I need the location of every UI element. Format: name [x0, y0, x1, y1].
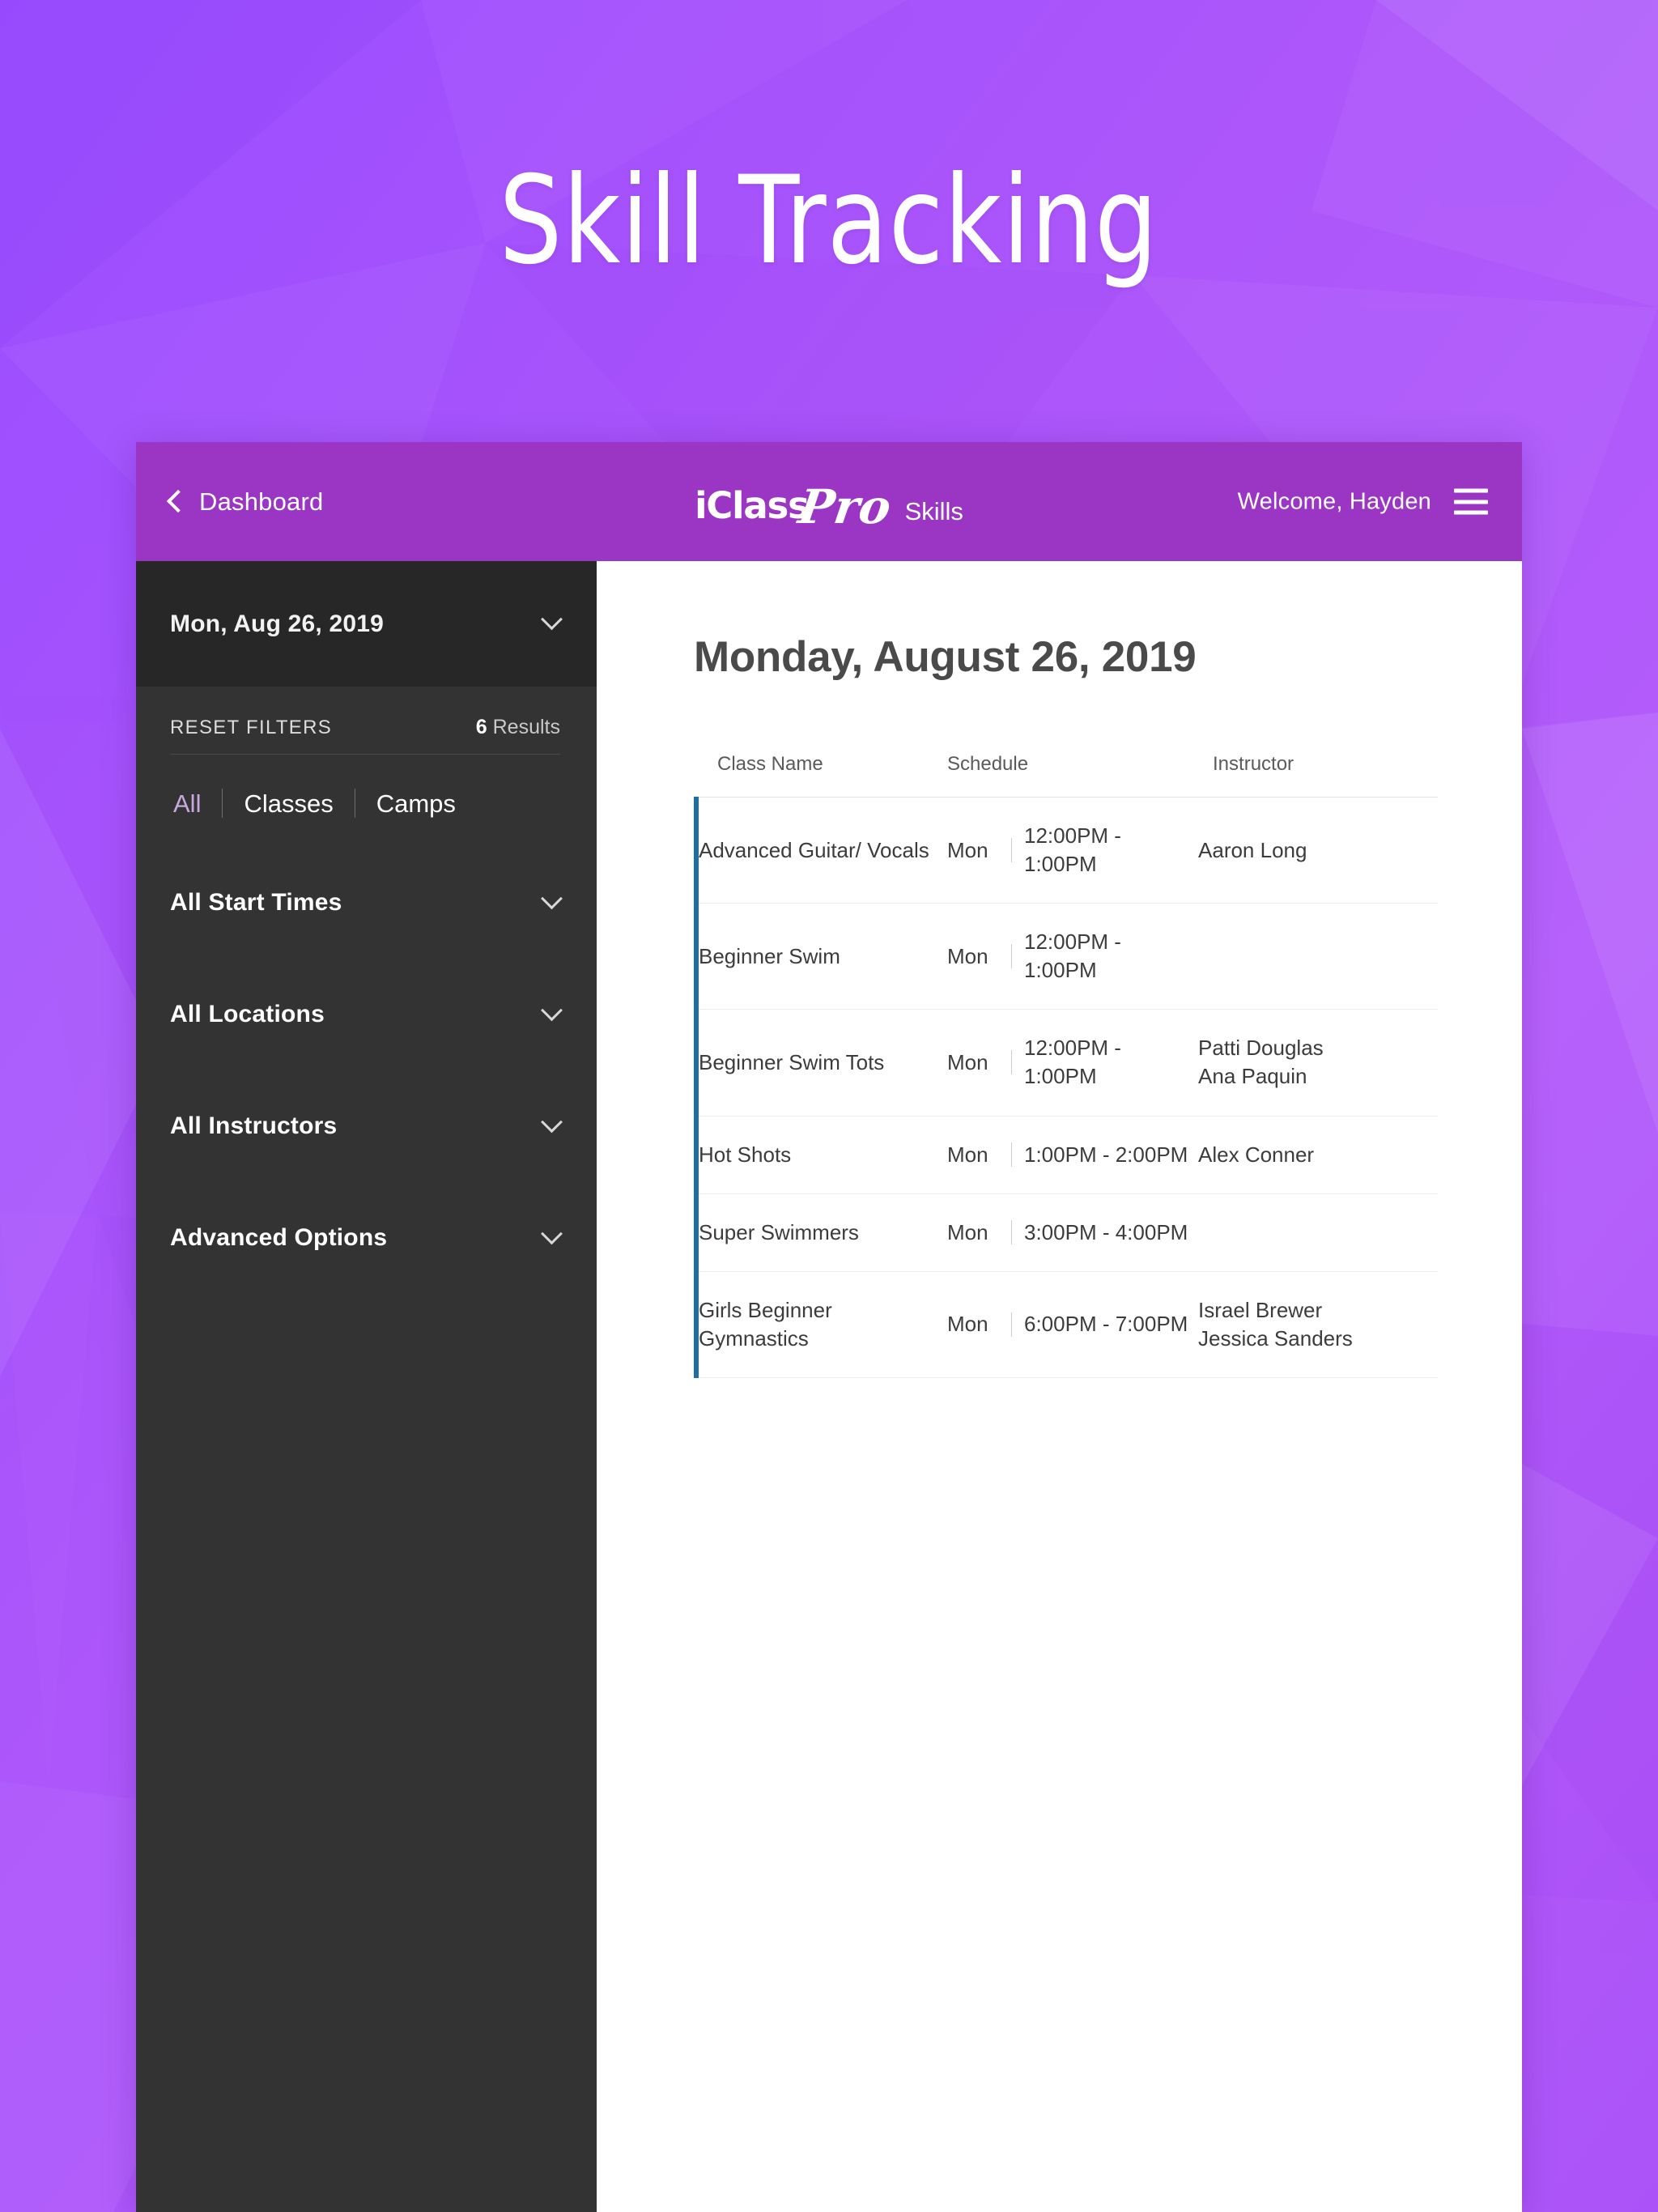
cell-instructor: Patti Douglas Ana Paquin	[1198, 1010, 1438, 1116]
chevron-down-icon	[541, 887, 563, 909]
class-type-tabs: All Classes Camps	[136, 755, 597, 818]
back-button-label: Dashboard	[199, 487, 324, 516]
instructor-name: Jessica Sanders	[1198, 1325, 1353, 1351]
cell-schedule-time: 6:00PM - 7:00PM	[1024, 1271, 1198, 1377]
app-window: Dashboard iClass Pro Skills Welcome, Hay…	[136, 442, 1522, 2212]
column-header-class-name: Class Name	[696, 753, 947, 798]
filter-group-label: Advanced Options	[170, 1224, 388, 1251]
content-date-heading: Monday, August 26, 2019	[694, 633, 1197, 681]
chevron-left-icon	[166, 489, 190, 513]
back-to-dashboard-button[interactable]: Dashboard	[166, 487, 324, 517]
column-header-instructor: Instructor	[1198, 753, 1439, 798]
app-name-label: Skills	[904, 496, 963, 525]
table-header-row: Class Name Schedule Instructor	[696, 753, 1439, 798]
table-row[interactable]: Advanced Guitar/ Vocals Mon 12:00PM - 1:00…	[694, 797, 1439, 904]
table-row[interactable]: Super Swimmers Mon 3:00PM - 4:00PM	[694, 1193, 1439, 1272]
cell-schedule-day: Mon	[947, 837, 988, 862]
cell-schedule-day: Mon	[947, 1142, 988, 1167]
filter-group-start-times[interactable]: All Start Times	[136, 847, 597, 959]
main-content: Monday, August 26, 2019 Class Name Sched…	[597, 561, 1522, 2212]
brand-logo: iClass Pro Skills	[695, 474, 963, 534]
results-count: 6 Results	[476, 716, 560, 739]
chevron-down-icon	[541, 1222, 563, 1244]
cell-schedule-day: Mon	[947, 1312, 988, 1337]
table-body: Advanced Guitar/ Vocals Mon 12:00PM - 1:00…	[694, 797, 1439, 1378]
page-title: Skill Tracking	[499, 151, 1159, 291]
cell-instructor: Israel Brewer Jessica Sanders	[1198, 1271, 1438, 1377]
app-body: Mon, Aug 26, 2019 RESET FILTERS 6 Result…	[136, 561, 1522, 2212]
cell-class-name: Hot Shots	[694, 1116, 947, 1194]
filter-group-label: All Instructors	[170, 1112, 338, 1139]
tab-camps[interactable]: Camps	[355, 791, 477, 816]
filter-group-advanced-options[interactable]: Advanced Options	[136, 1182, 597, 1294]
hamburger-menu-icon[interactable]	[1454, 488, 1488, 515]
table-header: Class Name Schedule Instructor	[696, 753, 1439, 798]
cell-schedule-day: Mon	[947, 943, 988, 968]
cell-instructor: Alex Conner	[1198, 1116, 1438, 1193]
cell-schedule-time: 3:00PM - 4:00PM	[1024, 1193, 1198, 1271]
cell-schedule-time: 1:00PM - 2:00PM	[1024, 1116, 1198, 1193]
cell-instructor	[1198, 904, 1438, 1010]
filter-group-label: All Start Times	[170, 889, 342, 916]
chevron-down-icon	[541, 998, 563, 1021]
table-row[interactable]: Beginner Swim Tots Mon 12:00PM - 1:00PM Pat…	[694, 1009, 1439, 1117]
hamburger-bar-3	[1454, 510, 1488, 515]
cell-schedule-time: 12:00PM - 1:00PM	[1024, 1010, 1198, 1116]
hero-banner: Skill Tracking	[0, 0, 1658, 442]
filter-header-row: RESET FILTERS 6 Results	[136, 687, 597, 754]
filter-group-list: All Start Times All Locations All Instru…	[136, 847, 597, 1294]
date-selector[interactable]: Mon, Aug 26, 2019	[136, 561, 597, 687]
cell-schedule-day: Mon	[947, 1219, 988, 1244]
cell-schedule-day: Mon	[947, 1049, 988, 1074]
cell-schedule-time: 12:00PM - 1:00PM	[1024, 904, 1198, 1010]
table-row[interactable]: Girls Beginner Gymnastics Mon 6:00PM - 7:0…	[694, 1271, 1439, 1378]
table-row[interactable]: Beginner Swim Mon 12:00PM - 1:00PM	[694, 903, 1439, 1010]
cell-class-name: Advanced Guitar/ Vocals	[694, 797, 947, 904]
filter-group-label: All Locations	[170, 1001, 325, 1027]
instructor-name: Ana Paquin	[1198, 1064, 1307, 1089]
tab-classes[interactable]: Classes	[223, 791, 354, 816]
reset-filters-button[interactable]: RESET FILTERS	[170, 717, 332, 739]
chevron-down-icon	[541, 1110, 563, 1133]
table-row[interactable]: Hot Shots Mon 1:00PM - 2:00PM Alex Conner	[694, 1116, 1439, 1194]
cell-schedule-time: 12:00PM - 1:00PM	[1024, 798, 1198, 904]
instructor-name: Alex Conner	[1198, 1142, 1315, 1167]
cell-instructor	[1198, 1193, 1438, 1271]
instructor-name: Aaron Long	[1198, 837, 1307, 862]
filter-group-instructors[interactable]: All Instructors	[136, 1070, 597, 1182]
results-count-label: Results	[492, 716, 560, 738]
logo-primary-text: iClass	[695, 483, 810, 527]
cell-class-name: Girls Beginner Gymnastics	[694, 1271, 947, 1378]
cell-instructor: Aaron Long	[1198, 798, 1438, 904]
instructor-name: Patti Douglas	[1198, 1036, 1324, 1061]
logo-script-text: Pro	[794, 479, 895, 534]
welcome-message: Welcome, Hayden	[1237, 488, 1431, 514]
hamburger-bar-1	[1454, 488, 1488, 493]
results-count-number: 6	[475, 716, 487, 738]
instructor-name: Israel Brewer	[1198, 1297, 1323, 1322]
filter-group-locations[interactable]: All Locations	[136, 959, 597, 1070]
date-selector-value: Mon, Aug 26, 2019	[170, 610, 385, 637]
tab-all[interactable]: All	[170, 791, 222, 816]
user-area: Welcome, Hayden	[1238, 488, 1488, 515]
filter-sidebar: Mon, Aug 26, 2019 RESET FILTERS 6 Result…	[136, 561, 597, 2212]
cell-class-name: Beginner Swim Tots	[694, 1009, 947, 1117]
hamburger-bar-2	[1454, 500, 1488, 504]
chevron-down-icon	[541, 608, 563, 631]
class-schedule-table: Class Name Schedule Instructor Advanced …	[694, 753, 1439, 1378]
app-header-bar: Dashboard iClass Pro Skills Welcome, Hay…	[136, 442, 1522, 561]
column-header-schedule: Schedule	[947, 753, 1199, 798]
iclasspro-logo: iClass Pro	[695, 474, 894, 534]
cell-class-name: Super Swimmers	[694, 1193, 947, 1272]
cell-class-name: Beginner Swim	[694, 903, 947, 1010]
